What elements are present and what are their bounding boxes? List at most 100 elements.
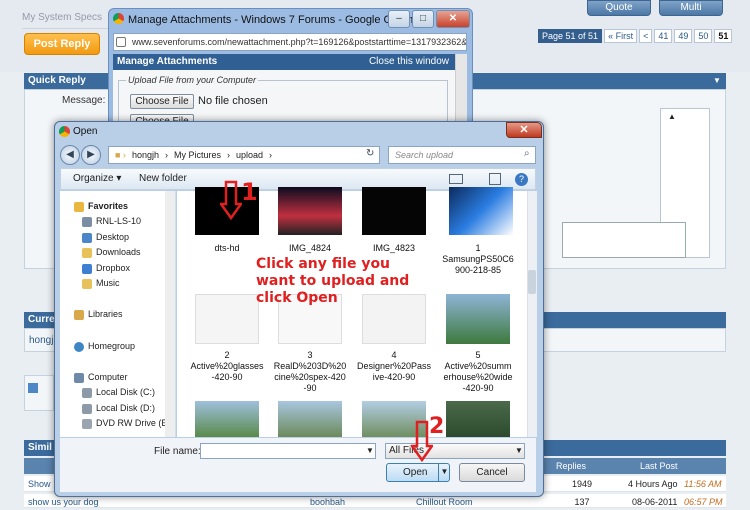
organize-button[interactable]: Organize ▾ (73, 169, 121, 189)
nav-desktop[interactable]: Desktop (82, 231, 129, 244)
window-title: Manage Attachments - Windows 7 Forums - … (128, 14, 423, 26)
hard-drive-icon (82, 387, 92, 398)
file-item[interactable]: 3 RealD%203D%20 cine%20spex-420 -90 (269, 294, 351, 394)
close-button[interactable]: ✕ (436, 10, 470, 28)
chevron-right-icon: › (269, 150, 273, 160)
file-thumbnail[interactable] (195, 401, 259, 437)
post-reply-button[interactable]: Post Reply (24, 33, 100, 55)
collapse-icon[interactable]: ▼ (713, 76, 721, 85)
file-name: 2 Active%20glasses -420-90 (190, 350, 264, 382)
scroll-up-icon[interactable]: ▲ (668, 112, 676, 121)
file-item[interactable]: 2 Active%20glasses -420-90 (186, 294, 268, 383)
file-item[interactable]: 5 Active%20summ erhouse%20wide -420-90 (437, 294, 519, 394)
refresh-icon[interactable]: ↻ (366, 148, 374, 159)
page-first-link[interactable]: « First (604, 29, 638, 43)
preview-pane-icon[interactable] (489, 173, 501, 185)
nav-dvd-drive[interactable]: DVD RW Drive (E: (82, 417, 170, 430)
search-input[interactable]: Search upload (388, 146, 536, 164)
help-icon[interactable]: ? (515, 173, 528, 186)
maximize-button[interactable]: □ (412, 10, 434, 28)
search-icon[interactable]: ⌕ (524, 148, 530, 159)
multi-quote-button[interactable]: Multi (659, 0, 723, 16)
nav-rnl-ls-10[interactable]: RNL-LS-10 (82, 215, 141, 228)
close-window-link[interactable]: Close this window (369, 54, 455, 70)
page-icon (116, 37, 126, 47)
step-number: 1 (241, 178, 258, 206)
breadcrumb-item[interactable]: hongjh (132, 147, 159, 163)
dialog-close-button[interactable]: ✕ (506, 122, 542, 138)
chrome-logo-icon (113, 13, 124, 24)
file-thumbnail (449, 187, 513, 235)
forward-arrow-icon[interactable]: ▶ (81, 145, 101, 165)
page-link[interactable]: 50 (694, 29, 713, 43)
file-name-input[interactable] (200, 443, 376, 459)
open-dropdown-icon[interactable]: ▼ (438, 463, 450, 482)
arrow-down-icon (220, 180, 242, 220)
nav-favorites[interactable]: Favorites (74, 200, 128, 213)
cancel-button[interactable]: Cancel (459, 463, 525, 482)
file-thumbnail (362, 187, 426, 235)
address-bar[interactable]: www.sevenforums.com/newattachment.php?t=… (113, 33, 467, 51)
file-item[interactable]: 1 SamsungPS50C6 900-218-85 (437, 187, 519, 276)
nav-dropbox[interactable]: Dropbox (82, 262, 130, 275)
page-current: 51 (714, 29, 733, 43)
step-number: 2 (429, 414, 445, 439)
minimize-button[interactable]: – (388, 10, 410, 28)
breadcrumb-item[interactable]: My Pictures (174, 147, 221, 163)
file-name: dts-hd (214, 243, 240, 253)
nav-label: Favorites (88, 201, 129, 211)
page-link[interactable]: 49 (674, 29, 693, 43)
chevron-down-icon[interactable]: ▼ (515, 446, 523, 455)
dialog-title: Open (73, 126, 98, 137)
dropbox-icon (82, 263, 92, 274)
chevron-right-icon: › (164, 150, 168, 160)
choose-file-button[interactable]: Choose File (130, 94, 194, 109)
no-file-chosen-text: No file chosen (198, 95, 268, 107)
nav-pane-scrollbar[interactable] (165, 191, 175, 437)
file-thumbnail (278, 187, 342, 235)
manage-attachments-title: Manage Attachments (117, 56, 218, 67)
quote-button[interactable]: Quote (587, 0, 651, 16)
file-thumbnail[interactable] (446, 401, 510, 437)
nav-label: Local Disk (D:) (96, 403, 156, 413)
last-post-date: 4 Hours Ago (628, 479, 678, 489)
my-system-specs-link[interactable]: My System Specs (22, 12, 112, 26)
nav-label: RNL-LS-10 (96, 216, 142, 226)
file-item[interactable]: 4 Designer%20Pass ive-420-90 (353, 294, 435, 383)
file-type-select[interactable]: All Files (385, 443, 525, 459)
file-list-scrollbar[interactable] (527, 191, 537, 437)
back-arrow-icon[interactable]: ◀ (60, 145, 80, 165)
thread-link[interactable]: Show (28, 476, 51, 492)
tags-panel (24, 375, 54, 411)
popup-scrollbar[interactable] (455, 54, 467, 126)
file-thumbnail[interactable] (278, 401, 342, 437)
chevron-down-icon[interactable]: ▼ (366, 446, 374, 455)
nav-label: Libraries (88, 309, 123, 319)
page-prev-link[interactable]: < (639, 29, 653, 43)
breadcrumb-item[interactable]: upload (236, 147, 263, 163)
nav-downloads[interactable]: Downloads (82, 246, 141, 259)
last-post-column-header[interactable]: Last Post (640, 458, 678, 474)
page-link[interactable]: 41 (654, 29, 673, 43)
file-item[interactable]: IMG_4823 (353, 187, 435, 254)
nav-local-disk-d[interactable]: Local Disk (D:) (82, 402, 155, 415)
replies-column-header[interactable]: Replies (556, 458, 586, 474)
nav-homegroup[interactable]: Homegroup (74, 340, 135, 353)
file-item[interactable]: IMG_4824 (269, 187, 351, 254)
file-list: dts-hd IMG_4824 IMG_4823 1 SamsungPS50C6… (177, 187, 528, 437)
scrollbar-thumb[interactable] (528, 270, 536, 294)
nav-music[interactable]: Music (82, 277, 120, 290)
nav-label: Homegroup (88, 341, 136, 351)
file-name: 1 SamsungPS50C6 900-218-85 (442, 243, 514, 275)
view-options-icon[interactable] (449, 174, 463, 184)
new-folder-button[interactable]: New folder (139, 169, 187, 189)
breadcrumb[interactable]: ■ › hongjh › My Pictures › upload › (108, 146, 380, 164)
editor-text-area[interactable] (562, 222, 686, 258)
nav-libraries[interactable]: Libraries (74, 308, 123, 321)
navigation-pane: Favorites RNL-LS-10 Desktop Downloads Dr… (60, 191, 176, 437)
nav-computer[interactable]: Computer (74, 371, 128, 384)
computer-icon (74, 372, 84, 383)
desktop-icon (82, 232, 92, 243)
nav-label: Downloads (96, 247, 141, 257)
nav-local-disk-c[interactable]: Local Disk (C:) (82, 386, 155, 399)
